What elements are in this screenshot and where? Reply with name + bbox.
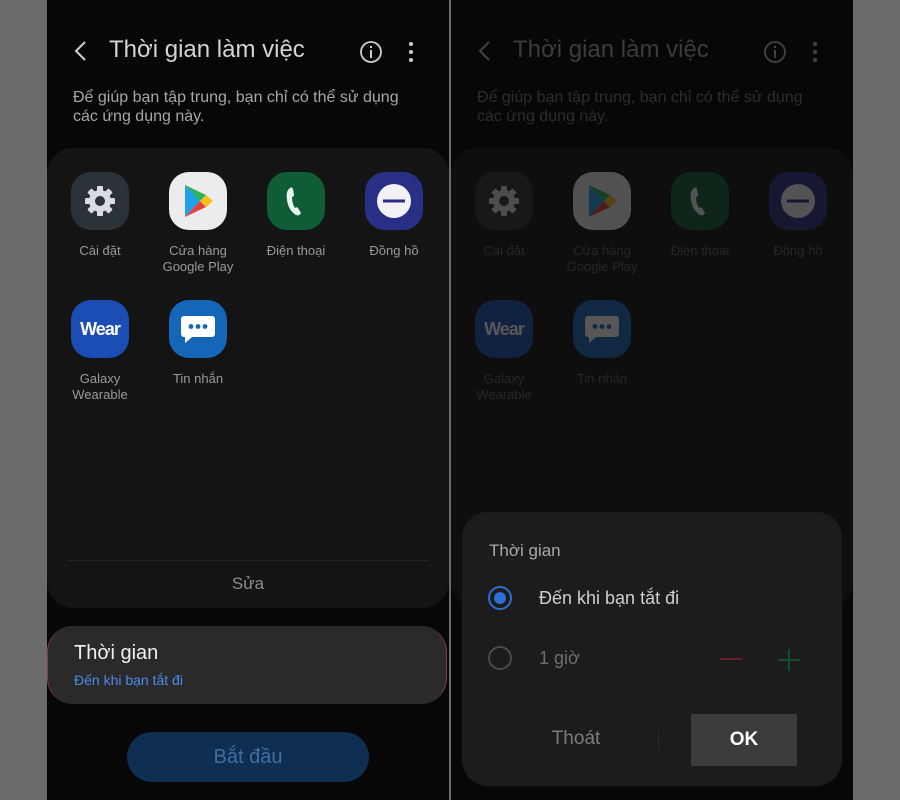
app-label: Điện thoại xyxy=(670,243,730,258)
app-settings: Cài đặt xyxy=(455,172,553,259)
more-options-icon xyxy=(813,42,817,62)
app-galaxy-wearable: Wear Galaxy Wearable xyxy=(455,300,553,403)
app-label: Tin nhắn xyxy=(576,371,628,386)
app-phone: Điện thoại xyxy=(651,172,749,259)
radio-one-hour[interactable] xyxy=(488,646,512,670)
phone-icon xyxy=(671,172,729,230)
button-divider xyxy=(658,732,659,750)
left-screen: Thời gian làm việc Để giúp bạn tập trung… xyxy=(47,0,449,800)
ok-button[interactable]: OK xyxy=(691,714,797,766)
option-until-off-label[interactable]: Đến khi bạn tắt đi xyxy=(539,588,679,609)
dialog-title: Thời gian xyxy=(489,541,561,560)
app-label: Cửa hàng Google Play xyxy=(566,243,638,274)
app-galaxy-wearable[interactable]: Wear Galaxy Wearable xyxy=(51,300,149,403)
right-screen: Thời gian làm việc Để giúp bạn tập trung… xyxy=(451,0,853,800)
clock-icon xyxy=(769,172,827,230)
increase-button[interactable] xyxy=(778,649,800,671)
app-settings[interactable]: Cài đặt xyxy=(51,172,149,259)
app-messages[interactable]: Tin nhắn xyxy=(149,300,247,387)
app-label: Đồng hồ xyxy=(369,243,419,258)
edit-button[interactable]: Sửa xyxy=(47,574,449,594)
gear-icon xyxy=(475,172,533,230)
description: Để giúp bạn tập trung, bạn chỉ có thể sử… xyxy=(73,89,399,125)
time-setting-value: Đến khi bạn tắt đi xyxy=(74,672,183,688)
info-icon[interactable] xyxy=(359,40,383,64)
app-label: Cài đặt xyxy=(79,243,121,258)
app-messages: Tin nhắn xyxy=(553,300,651,387)
message-icon xyxy=(169,300,227,358)
radio-until-off[interactable] xyxy=(488,586,512,610)
time-setting-title: Thời gian xyxy=(74,642,159,664)
option-one-hour-label[interactable]: 1 giờ xyxy=(539,648,580,669)
app-clock: Đồng hồ xyxy=(749,172,847,259)
decrease-button[interactable] xyxy=(720,658,742,660)
app-label: Galaxy Wearable xyxy=(72,371,128,402)
back-arrow-icon xyxy=(478,41,490,61)
app-play-store: Cửa hàng Google Play xyxy=(553,172,651,275)
app-label: Galaxy Wearable xyxy=(476,371,532,402)
phone-icon xyxy=(267,172,325,230)
message-icon xyxy=(573,300,631,358)
page-title: Thời gian làm việc xyxy=(109,36,305,63)
app-label: Tin nhắn xyxy=(172,371,224,386)
play-store-icon xyxy=(169,172,227,230)
time-setting[interactable]: Thời gian Đến khi bạn tắt đi xyxy=(47,626,447,704)
play-store-icon xyxy=(573,172,631,230)
start-button[interactable]: Bắt đầu xyxy=(127,732,369,782)
info-icon xyxy=(764,41,786,63)
page-title: Thời gian làm việc xyxy=(513,36,709,63)
back-arrow-icon[interactable] xyxy=(69,38,95,64)
app-play-store[interactable]: Cửa hàng Google Play xyxy=(149,172,247,275)
header: Thời gian làm việc xyxy=(451,0,853,100)
header: Thời gian làm việc xyxy=(47,0,449,100)
app-phone[interactable]: Điện thoại xyxy=(247,172,345,259)
app-clock[interactable]: Đồng hồ xyxy=(345,172,443,259)
clock-icon xyxy=(365,172,423,230)
time-dialog: Thời gian Đến khi bạn tắt đi 1 giờ Thoát… xyxy=(462,512,842,786)
allowed-apps-card: Cài đặt Cửa hàng Google Play Điện thoại xyxy=(47,148,449,608)
gear-icon xyxy=(71,172,129,230)
wear-icon: Wear xyxy=(71,300,129,358)
app-label: Đồng hồ xyxy=(773,243,823,258)
wear-icon-text: Wear xyxy=(80,318,121,339)
app-label: Cài đặt xyxy=(483,243,525,258)
wear-icon: Wear xyxy=(475,300,533,358)
wear-icon-text: Wear xyxy=(484,318,525,339)
description: Để giúp bạn tập trung, bạn chỉ có thể sử… xyxy=(477,89,803,125)
cancel-button[interactable]: Thoát xyxy=(518,714,634,764)
app-label: Cửa hàng Google Play xyxy=(162,243,234,274)
divider xyxy=(67,560,429,561)
app-label: Điện thoại xyxy=(266,243,326,258)
more-options-icon[interactable] xyxy=(403,40,419,64)
